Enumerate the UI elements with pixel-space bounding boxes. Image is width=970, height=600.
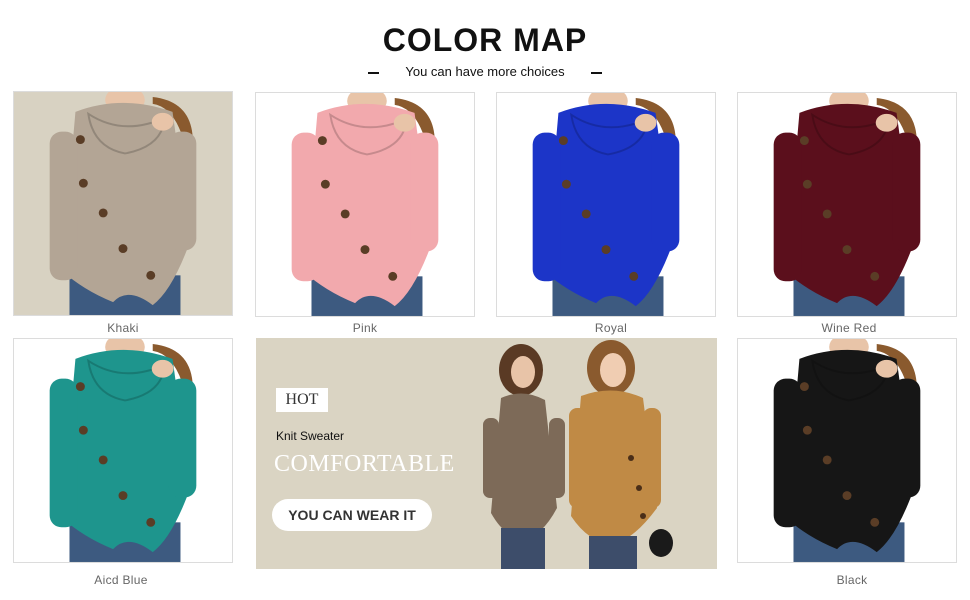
sweater-illustration: [256, 93, 474, 316]
swatch-card-pink[interactable]: [255, 92, 475, 317]
models-illustration: [483, 340, 673, 569]
swatch-label-khaki: Khaki: [107, 321, 139, 335]
banner-headline: COMFORTABLE: [274, 451, 455, 477]
swatch-label-black: Black: [836, 573, 868, 587]
swatch-label-wine-red: Wine Red: [821, 321, 877, 335]
swatch-card-black[interactable]: [737, 338, 957, 563]
sweater-illustration: [738, 93, 956, 316]
wear-it-button[interactable]: YOU CAN WEAR IT: [272, 499, 432, 531]
dash-left: [368, 71, 380, 74]
banner-subtitle: Knit Sweater: [276, 429, 345, 443]
swatch-label-pink: Pink: [352, 321, 378, 335]
page-subtitle: You can have more choices: [405, 64, 565, 79]
sweater-illustration: [738, 339, 956, 562]
swatch-card-royal[interactable]: [496, 92, 716, 317]
sweater-illustration: [14, 92, 232, 315]
swatch-label-aicd-blue: Aicd Blue: [94, 573, 148, 587]
hot-badge: HOT: [276, 388, 328, 412]
dash-right: [590, 71, 602, 74]
sweater-illustration: [497, 93, 715, 316]
swatch-card-khaki[interactable]: [13, 91, 233, 316]
subtitle-row: You can have more choices: [0, 64, 970, 79]
page-title: COLOR MAP: [382, 22, 588, 58]
promo-banner[interactable]: HOT Knit Sweater COMFORTABLE YOU CAN WEA…: [256, 338, 717, 569]
swatch-label-royal: Royal: [594, 321, 628, 335]
swatch-card-wine-red[interactable]: [737, 92, 957, 317]
sweater-illustration: [14, 339, 232, 562]
swatch-card-aicd-blue[interactable]: [13, 338, 233, 563]
